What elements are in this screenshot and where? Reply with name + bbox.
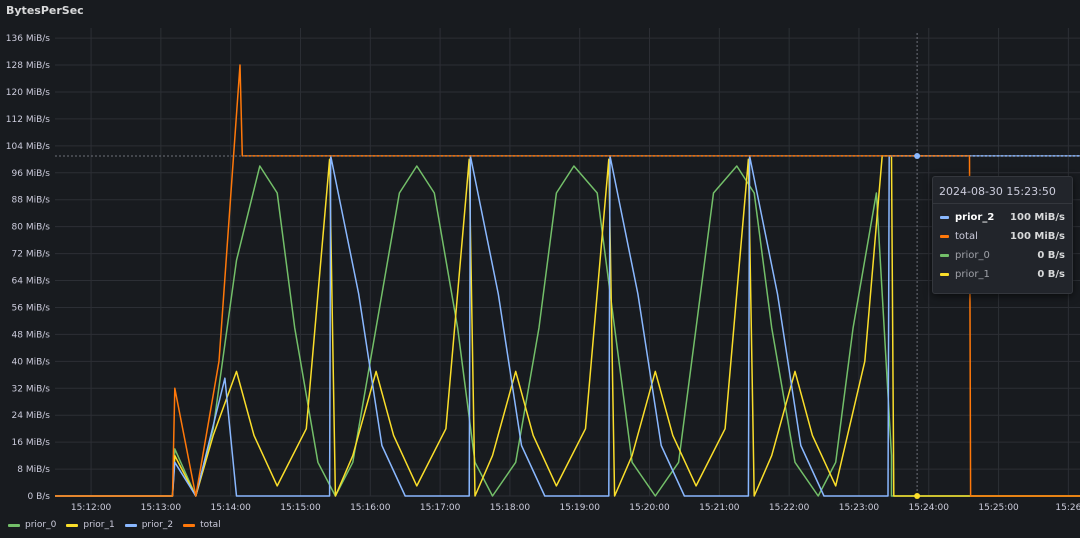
tooltip-series-name: total <box>955 231 978 242</box>
legend-label: total <box>200 520 221 530</box>
y-axis: 0 B/s 8 MiB/s 16 MiB/s 24 MiB/s 32 MiB/s 40 M… <box>6 34 51 502</box>
x-tick-label: 15:25:00 <box>978 503 1019 513</box>
y-tick-label: 8 MiB/s <box>17 465 50 475</box>
y-tick-label: 72 MiB/s <box>12 250 51 260</box>
tooltip-swatch <box>940 254 949 257</box>
tooltip-series-name: prior_1 <box>955 269 990 280</box>
crosshair-point-prior-1 <box>914 493 921 499</box>
crosshair-point-prior-2 <box>914 152 921 159</box>
tooltip-swatch <box>940 235 949 238</box>
y-tick-label: 112 MiB/s <box>6 115 51 125</box>
tooltip-swatch <box>940 273 949 276</box>
x-tick-label: 15:14:00 <box>210 503 251 513</box>
tooltip-row-prior-0: prior_0 0 B/s <box>933 246 1072 265</box>
series-line-prior-2[interactable] <box>55 155 1080 497</box>
grid-lines <box>55 28 1080 497</box>
x-tick-label: 15:24:00 <box>909 503 950 513</box>
x-tick-label: 15:13:00 <box>141 503 182 513</box>
x-tick-label: 15:17:00 <box>420 503 461 513</box>
time-series-chart[interactable]: 0 B/s 8 MiB/s 16 MiB/s 24 MiB/s 32 MiB/s 40 M… <box>0 0 1080 515</box>
x-tick-label: 15:22:00 <box>769 503 810 513</box>
y-tick-label: 120 MiB/s <box>6 88 51 98</box>
tooltip-series-value: 100 MiB/s <box>1010 212 1065 223</box>
y-tick-label: 88 MiB/s <box>12 196 51 206</box>
x-tick-label: 15:16:00 <box>350 503 391 513</box>
tooltip-row-total: total 100 MiB/s <box>933 227 1072 246</box>
tooltip-row-prior-1: prior_1 0 B/s <box>933 265 1072 284</box>
y-tick-label: 56 MiB/s <box>12 303 51 313</box>
legend-item-prior-0[interactable]: prior_0 <box>8 520 56 530</box>
legend-item-prior-2[interactable]: prior_2 <box>124 520 174 530</box>
y-tick-label: 40 MiB/s <box>12 357 51 367</box>
y-tick-label: 136 MiB/s <box>6 34 51 44</box>
legend-swatch <box>8 523 20 527</box>
x-tick-label: 15:12:00 <box>71 503 112 513</box>
x-tick-label: 15:18:00 <box>490 503 531 513</box>
y-tick-label: 0 B/s <box>28 492 51 502</box>
legend-item-prior-1[interactable]: prior_1 <box>66 520 115 530</box>
x-tick-label: 15:23:00 <box>839 503 880 513</box>
legend-swatch <box>124 523 137 527</box>
tooltip-series-value: 0 B/s <box>1037 250 1065 261</box>
y-tick-label: 96 MiB/s <box>12 169 51 179</box>
x-tick-label: 15:21:00 <box>699 503 740 513</box>
tooltip-timestamp: 2024-08-30 15:23:50 <box>933 177 1072 204</box>
y-tick-label: 48 MiB/s <box>12 330 51 340</box>
legend-swatch <box>183 523 196 527</box>
y-tick-label: 128 MiB/s <box>6 61 51 71</box>
legend-label: prior_0 <box>25 520 57 530</box>
legend: prior_0 prior_1 prior_2 total <box>8 518 221 532</box>
x-axis: 15:12:00 15:13:00 15:14:00 15:15:00 15:16:00… <box>71 503 1080 513</box>
x-tick-label: 15:20:00 <box>629 503 670 513</box>
legend-item-total[interactable]: total <box>183 520 221 530</box>
x-tick-label: 15:15:00 <box>280 503 321 513</box>
tooltip-series-name: prior_2 <box>955 212 995 223</box>
y-tick-label: 32 MiB/s <box>12 384 51 394</box>
tooltip-series-name: prior_0 <box>955 250 990 261</box>
x-tick-label: 15:26 <box>1055 503 1080 513</box>
y-tick-label: 80 MiB/s <box>12 223 51 233</box>
legend-swatch <box>66 523 79 527</box>
tooltip-series-value: 0 B/s <box>1037 269 1065 280</box>
tooltip-series-value: 100 MiB/s <box>1010 231 1065 242</box>
legend-label: prior_2 <box>141 520 174 530</box>
tooltip-row-prior-2: prior_2 100 MiB/s <box>933 208 1072 227</box>
tooltip-swatch <box>940 216 949 219</box>
x-tick-label: 15:19:00 <box>560 503 601 513</box>
legend-label: prior_1 <box>83 520 115 530</box>
y-tick-label: 104 MiB/s <box>6 142 51 152</box>
y-tick-label: 16 MiB/s <box>12 438 51 448</box>
crosshair <box>55 33 1080 499</box>
hover-tooltip: 2024-08-30 15:23:50 prior_2 100 MiB/s tota… <box>932 176 1073 294</box>
y-tick-label: 64 MiB/s <box>12 277 51 287</box>
y-tick-label: 24 MiB/s <box>12 411 51 421</box>
